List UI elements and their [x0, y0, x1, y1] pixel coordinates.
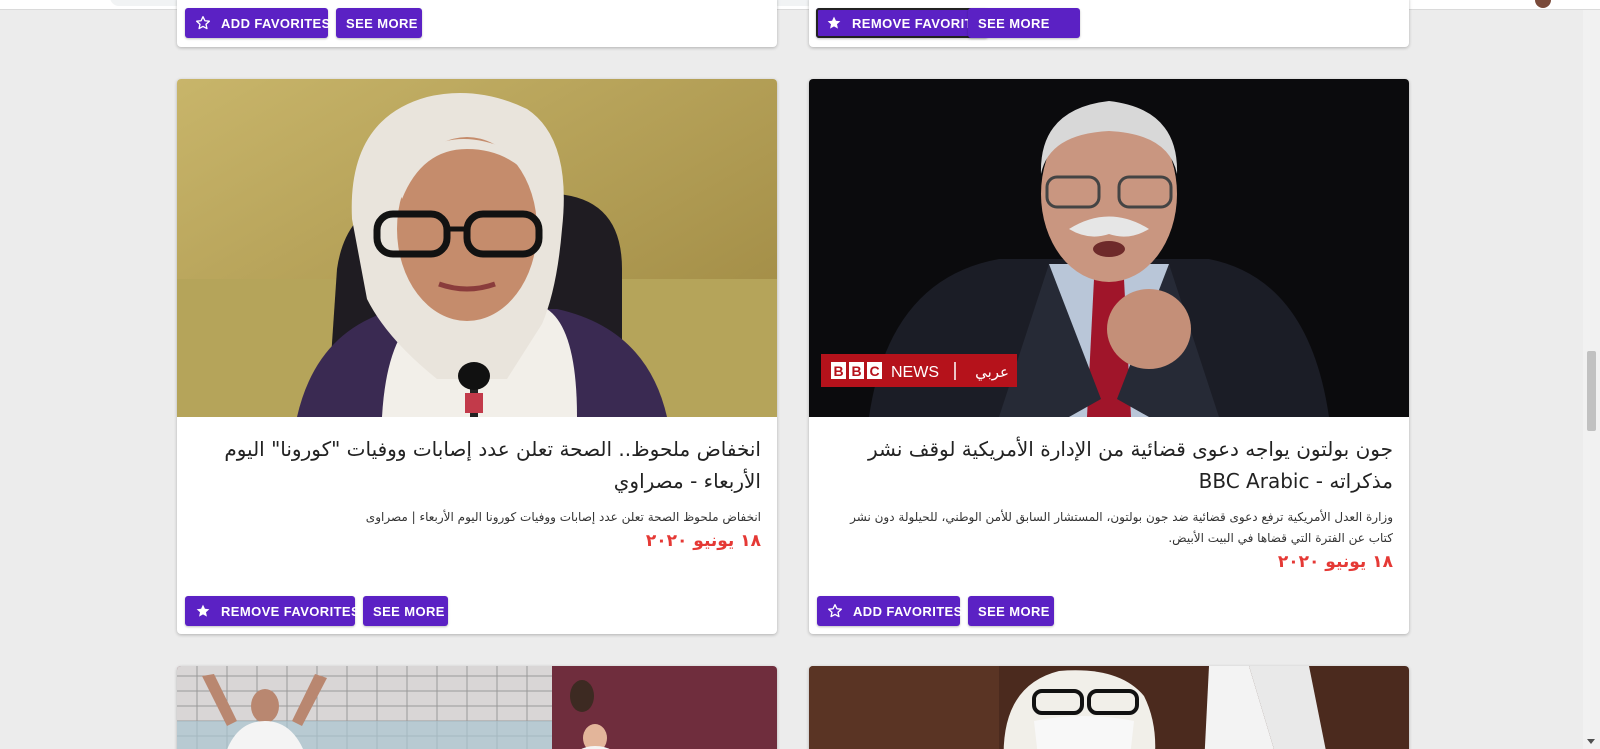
scroll-down-arrow-icon[interactable]	[1587, 739, 1595, 744]
see-more-label: SEE MORE	[978, 603, 1050, 619]
news-card: B B C NEWS عربي جون بولتون يواجه دعوى قض…	[809, 79, 1409, 634]
news-photo: B B C NEWS عربي	[809, 79, 1409, 417]
see-more-button[interactable]: SEE MORE	[968, 8, 1080, 38]
see-more-label: SEE MORE	[373, 603, 445, 619]
bbc-arabic-text: عربي	[975, 363, 1009, 382]
add-favorites-label: ADD FAVORITES	[853, 603, 963, 619]
add-favorites-label: ADD FAVORITES	[221, 15, 331, 31]
news-title: جون بولتون يواجه دعوى قضائية من الإدارة …	[867, 437, 1393, 493]
star-outline-icon	[828, 604, 842, 618]
bbc-letter-c: C	[869, 363, 879, 379]
see-more-label: SEE MORE	[346, 15, 418, 31]
news-image[interactable]	[177, 666, 777, 749]
remove-favorites-button[interactable]: REMOVE FAVORITES	[185, 596, 360, 626]
profile-avatar[interactable]	[1535, 0, 1551, 8]
news-photo	[177, 79, 777, 417]
news-description: وزارة العدل الأمريكية ترفع دعوى قضائية ض…	[850, 510, 1393, 545]
remove-favorites-label: REMOVE FAVORITES	[221, 603, 361, 619]
news-card-bottom-right	[809, 666, 1409, 749]
news-image[interactable]	[177, 79, 777, 417]
news-card-bottom-left	[177, 666, 777, 749]
bbc-letter-b1: B	[833, 363, 843, 379]
star-outline-icon	[196, 16, 210, 30]
news-photo	[177, 666, 777, 749]
news-image[interactable]	[809, 666, 1409, 749]
scrollbar-thumb[interactable]	[1587, 351, 1596, 431]
news-card: انخفاض ملحوظ.. الصحة تعلن عدد إصابات ووف…	[177, 79, 777, 634]
news-photo	[809, 666, 1409, 749]
bbc-letter-b2: B	[851, 363, 861, 379]
see-more-button[interactable]: SEE MORE	[363, 596, 448, 626]
see-more-button[interactable]: SEE MORE	[968, 596, 1054, 626]
add-favorites-button[interactable]: ADD FAVORITES	[185, 8, 331, 38]
news-card-top-left: ADD FAVORITES SEE MORE	[177, 0, 777, 47]
page-scrollbar[interactable]	[1583, 10, 1600, 749]
news-date: ١٨ يونيو ٢٠٢٠	[1277, 552, 1393, 572]
news-date: ١٨ يونيو ٢٠٢٠	[645, 531, 761, 551]
news-title: انخفاض ملحوظ.. الصحة تعلن عدد إصابات ووف…	[224, 437, 761, 493]
news-card-top-right: REMOVE FAVORITES SEE MORE	[809, 0, 1409, 47]
news-description: انخفاض ملحوظ الصحة تعلن عدد إصابات ووفيا…	[365, 510, 761, 524]
see-more-label: SEE MORE	[978, 15, 1050, 31]
add-favorites-button[interactable]: ADD FAVORITES	[817, 596, 963, 626]
bbc-news-text: NEWS	[891, 364, 939, 381]
star-filled-icon	[196, 604, 210, 617]
news-image[interactable]: B B C NEWS عربي	[809, 79, 1409, 417]
see-more-button[interactable]: SEE MORE	[336, 8, 422, 38]
remove-favorites-button[interactable]: REMOVE FAVORITES	[816, 8, 991, 38]
star-filled-icon	[827, 16, 841, 29]
